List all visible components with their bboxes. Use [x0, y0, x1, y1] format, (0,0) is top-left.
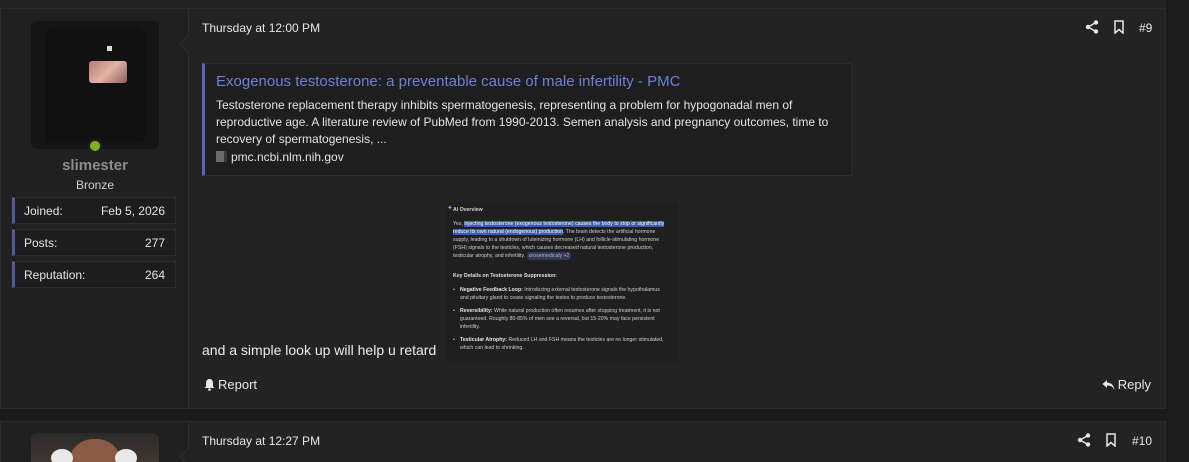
- report-label: Report: [218, 377, 258, 392]
- report-button[interactable]: Report: [204, 377, 257, 392]
- list-item: Reversibility: While natural production …: [453, 307, 669, 331]
- link-icon: [216, 151, 227, 162]
- stat-value: 277: [144, 236, 165, 250]
- share-icon[interactable]: [1085, 20, 1099, 34]
- link-embed[interactable]: Exogenous testosterone: a preventable ca…: [202, 63, 852, 176]
- ai-intro: Yes, injecting testosterone (exogenous t…: [453, 221, 665, 260]
- avatar[interactable]: [31, 433, 159, 462]
- stat-posts: Posts: 277: [12, 229, 176, 256]
- stat-reputation: Reputation: 264: [12, 261, 176, 288]
- share-icon[interactable]: [1077, 433, 1091, 447]
- reply-icon: [1102, 380, 1115, 390]
- reply-label: Reply: [1117, 377, 1151, 392]
- ai-bullets: Negative Feedback Loop: Introducing exte…: [453, 286, 669, 357]
- post-date[interactable]: Thursday at 12:27 PM: [202, 434, 320, 448]
- post-number[interactable]: #10: [1132, 434, 1152, 448]
- list-item: Testicular Atrophy: Reduced LH and FSH m…: [453, 336, 669, 352]
- bookmark-icon[interactable]: [1112, 20, 1126, 34]
- stat-label: Posts:: [24, 236, 58, 250]
- message-body: Thursday at 12:27 PM #10: [189, 422, 1165, 462]
- post: Thursday at 12:27 PM #10: [0, 421, 1166, 462]
- user-title: Bronze: [75, 178, 115, 192]
- ai-subheading: Key Details on Testosterone Suppression:: [453, 273, 557, 279]
- stat-value: 264: [144, 268, 165, 282]
- list-item: Negative Feedback Loop: Introducing exte…: [453, 286, 669, 302]
- sparkle-icon: ✦: [447, 205, 453, 212]
- reply-button[interactable]: Reply: [1102, 377, 1151, 392]
- username[interactable]: slimester: [1, 157, 189, 174]
- bookmark-icon[interactable]: [1104, 433, 1118, 447]
- embed-title[interactable]: Exogenous testosterone: a preventable ca…: [216, 73, 680, 90]
- bell-icon: [204, 379, 215, 391]
- post-text: and a simple look up will help u retard: [202, 342, 437, 358]
- embed-domain: pmc.ncbi.nlm.nih.gov: [231, 150, 344, 164]
- stat-value: Feb 5, 2026: [100, 204, 165, 218]
- source-chip: urosemedicaly +2: [526, 252, 572, 260]
- stat-label: Joined:: [24, 204, 63, 218]
- attached-screenshot[interactable]: ✦ AI Overview Yes, injecting testosteron…: [447, 201, 679, 363]
- embed-description: Testosterone replacement therapy inhibit…: [216, 98, 829, 146]
- post: slimester Bronze Joined: Feb 5, 2026 Pos…: [0, 8, 1166, 409]
- user-info: [1, 422, 189, 462]
- stat-joined: Joined: Feb 5, 2026: [12, 197, 176, 224]
- post-date[interactable]: Thursday at 12:00 PM: [202, 21, 320, 35]
- online-indicator: [88, 139, 102, 153]
- avatar-image: [45, 27, 145, 143]
- user-info: slimester Bronze Joined: Feb 5, 2026 Pos…: [1, 9, 189, 408]
- avatar[interactable]: [31, 21, 159, 149]
- ai-heading: AI Overview: [453, 207, 483, 213]
- stat-label: Reputation:: [24, 268, 86, 282]
- avatar-image: [69, 439, 121, 462]
- post-number[interactable]: #9: [1139, 21, 1152, 35]
- message-body: Thursday at 12:00 PM #9 Exogenous testos…: [189, 9, 1165, 408]
